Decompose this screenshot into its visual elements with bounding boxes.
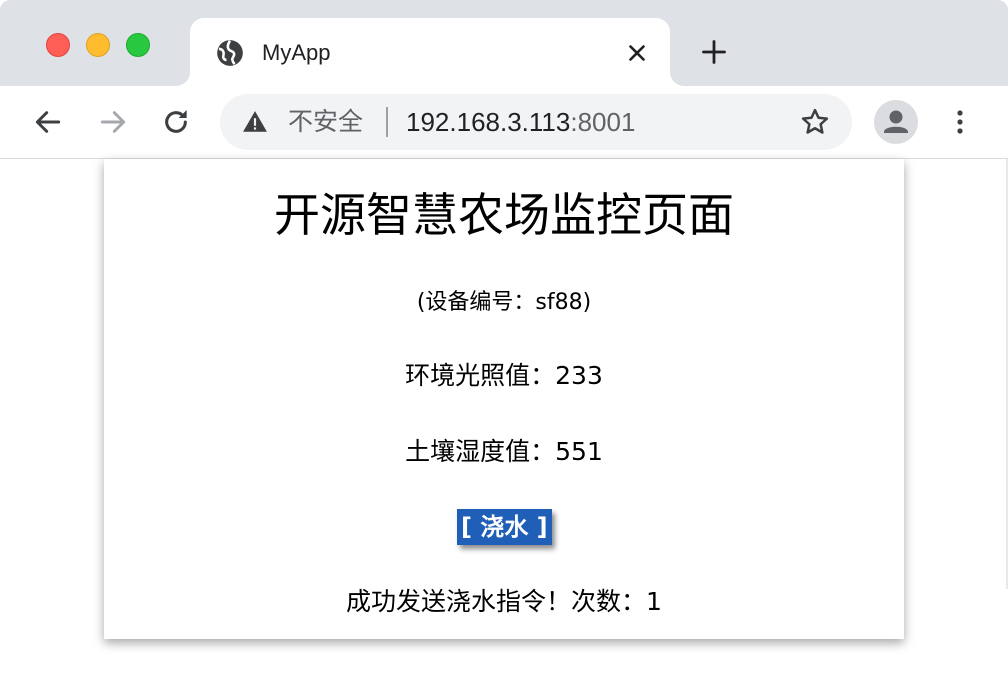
light-reading: 环境光照值：233 bbox=[104, 359, 904, 393]
page-title: 开源智慧农场监控页面 bbox=[274, 188, 734, 242]
browser-toolbar: 不安全 192.168.3.113:8001 bbox=[0, 86, 1008, 159]
tab-title: MyApp bbox=[262, 40, 331, 65]
page-viewport: 开源智慧农场监控页面 (设备编号：sf88) 环境光照值：233 土壤湿度值：5… bbox=[0, 159, 1008, 694]
close-window-button[interactable] bbox=[46, 33, 70, 57]
minimize-window-button[interactable] bbox=[86, 33, 110, 57]
water-button[interactable]: [ 浇水 ] bbox=[457, 509, 552, 545]
soil-label: 土壤湿度值： bbox=[405, 437, 556, 466]
reload-icon[interactable] bbox=[160, 106, 192, 138]
address-bar[interactable]: 不安全 192.168.3.113:8001 bbox=[220, 94, 852, 150]
url-port: :8001 bbox=[570, 107, 636, 137]
soil-value: 551 bbox=[555, 437, 603, 466]
star-icon[interactable] bbox=[800, 107, 830, 137]
arrow-right-icon[interactable] bbox=[97, 106, 129, 138]
omnibox-divider bbox=[386, 107, 388, 137]
light-value: 233 bbox=[555, 361, 603, 390]
globe-icon bbox=[217, 40, 243, 66]
security-status-label[interactable]: 不安全 bbox=[288, 106, 363, 138]
light-label: 环境光照值： bbox=[405, 361, 556, 390]
plus-icon[interactable] bbox=[700, 38, 728, 66]
zoom-window-button[interactable] bbox=[126, 33, 150, 57]
tab-myapp[interactable]: MyApp bbox=[190, 18, 670, 86]
url-text[interactable]: 192.168.3.113:8001 bbox=[406, 106, 635, 138]
kebab-menu-icon[interactable] bbox=[948, 106, 972, 138]
browser-window: MyApp 不安全 192.168.3.113:8001 开源智慧农场监控页面 … bbox=[0, 0, 1008, 694]
close-icon[interactable] bbox=[624, 40, 650, 66]
result-count: 1 bbox=[646, 587, 662, 616]
url-host: 192.168.3.113 bbox=[406, 107, 571, 137]
result-label: 成功发送浇水指令！次数： bbox=[346, 587, 647, 616]
water-result: 成功发送浇水指令！次数：1 bbox=[104, 585, 904, 619]
monitor-card: 开源智慧农场监控页面 (设备编号：sf88) 环境光照值：233 土壤湿度值：5… bbox=[104, 159, 904, 639]
person-icon bbox=[884, 110, 908, 133]
tab-strip: MyApp bbox=[0, 0, 1008, 86]
device-id-label: (设备编号：sf88) bbox=[416, 290, 592, 315]
warning-icon[interactable] bbox=[242, 109, 268, 135]
profile-avatar[interactable] bbox=[874, 100, 918, 144]
arrow-left-icon[interactable] bbox=[32, 106, 64, 138]
soil-reading: 土壤湿度值：551 bbox=[104, 435, 904, 469]
